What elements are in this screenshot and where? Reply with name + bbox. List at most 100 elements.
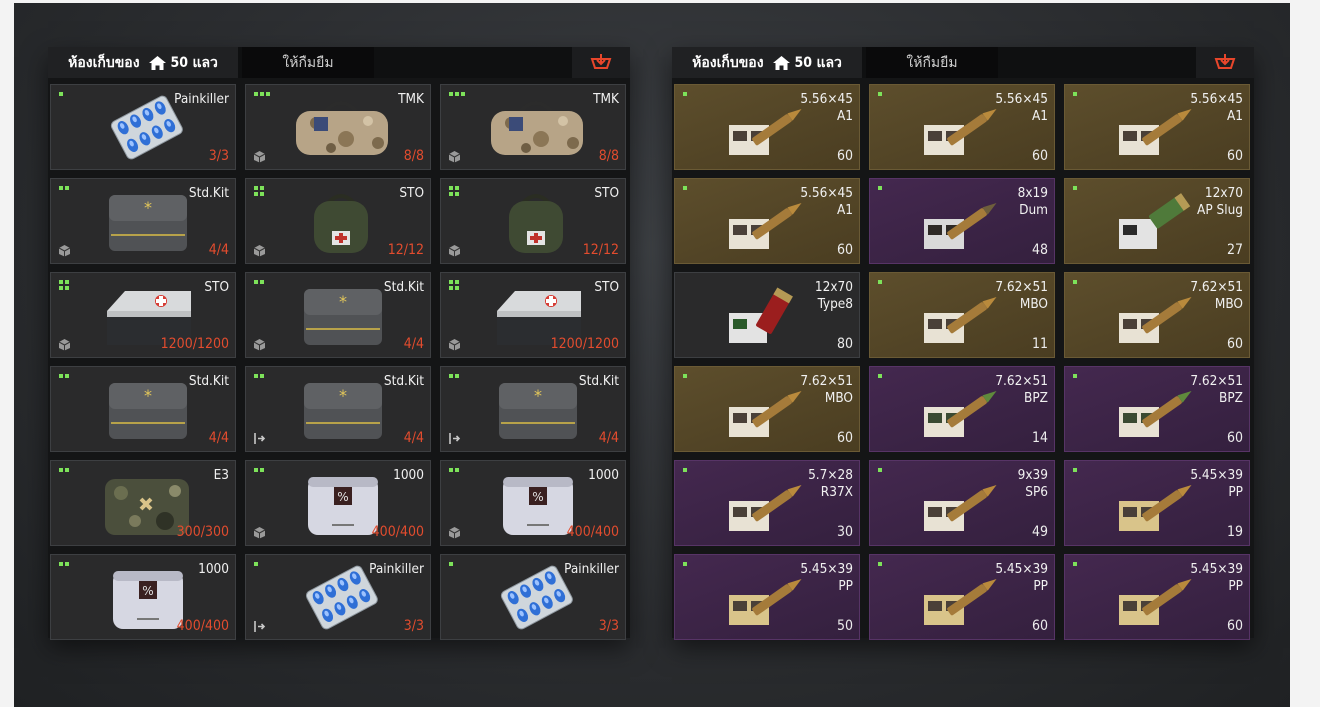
rarity-indicator [254, 562, 258, 566]
svg-text:*: * [534, 386, 542, 405]
rarity-indicator [449, 92, 465, 96]
item-count: 4/4 [598, 430, 619, 446]
item-name: 5.7×28 R37X [808, 467, 853, 500]
item-slot[interactable]: 12x70 AP Slug 27 [1064, 178, 1250, 264]
item-slot[interactable]: STO 12/12 [245, 178, 431, 264]
item-slot[interactable]: STO 1200/1200 [50, 272, 236, 358]
item-slot[interactable]: TMK 8/8 [440, 84, 626, 170]
item-name: 5.45×39 PP [1190, 467, 1243, 500]
item-slot[interactable]: Painkiller 3/3 [245, 554, 431, 640]
ammo-box-dark-icon [910, 189, 1010, 255]
item-slot[interactable]: * Std.Kit 4/4 [440, 366, 626, 452]
storage-tab[interactable]: ห้องเก็บของ 50 แลว [672, 47, 862, 78]
item-count: 8/8 [403, 148, 424, 164]
storage-tab-label: ห้องเก็บของ [692, 54, 764, 71]
item-slot[interactable]: 5.45×39 PP 19 [1064, 460, 1250, 546]
sort-button[interactable] [1196, 47, 1254, 78]
item-grid: Painkiller 3/3 TMK 8/8 TMK 8/8 * Std.Kit 4/4 STO 1… [50, 84, 626, 640]
rarity-indicator [449, 186, 459, 196]
item-slot[interactable]: 7.62×51 BPZ 14 [869, 366, 1055, 452]
item-slot[interactable]: 5.7×28 R37X 30 [674, 460, 860, 546]
item-count: 4/4 [403, 430, 424, 446]
item-slot[interactable]: * Std.Kit 4/4 [245, 272, 431, 358]
item-slot[interactable]: 5.45×39 PP 50 [674, 554, 860, 640]
item-slot[interactable]: * Std.Kit 4/4 [245, 366, 431, 452]
item-count: 3/3 [403, 618, 424, 634]
house-icon [148, 55, 166, 70]
ammo-box-brass-icon [715, 471, 815, 537]
rarity-indicator [59, 468, 69, 472]
item-slot[interactable]: 12x70 Type8 80 [674, 272, 860, 358]
item-name: Std.Kit [578, 373, 619, 389]
item-slot[interactable]: % 1000 400/400 [245, 460, 431, 546]
item-slot[interactable]: 8x19 Dum 48 [869, 178, 1055, 264]
rarity-indicator [683, 468, 687, 472]
sort-icon [1214, 53, 1236, 69]
item-slot[interactable]: STO 12/12 [440, 178, 626, 264]
borrow-tab[interactable]: ให้กืมยืม [242, 47, 374, 78]
svg-text:%: % [532, 490, 543, 504]
item-slot[interactable]: % 1000 400/400 [440, 460, 626, 546]
item-slot[interactable]: E3 300/300 [50, 460, 236, 546]
cube-icon [448, 526, 461, 539]
item-count: 60 [1031, 618, 1048, 634]
item-slot[interactable]: Painkiller 3/3 [50, 84, 236, 170]
item-slot[interactable]: 9x39 SP6 49 [869, 460, 1055, 546]
item-slot[interactable]: 5.45×39 PP 60 [1064, 554, 1250, 640]
item-name: 1000 [393, 467, 424, 483]
item-slot[interactable]: Painkiller 3/3 [440, 554, 626, 640]
item-name: 5.45×39 PP [1190, 561, 1243, 594]
rarity-indicator [1073, 374, 1077, 378]
item-slot[interactable]: 5.56×45 A1 60 [869, 84, 1055, 170]
item-slot[interactable]: 7.62×51 BPZ 60 [1064, 366, 1250, 452]
sort-icon [590, 53, 612, 69]
storage-tab-label: ห้องเก็บของ [68, 54, 140, 71]
item-slot[interactable]: STO 1200/1200 [440, 272, 626, 358]
item-slot[interactable]: TMK 8/8 [245, 84, 431, 170]
panel-header: ห้องเก็บของ 50 แลว ให้กืมยืม [48, 47, 630, 78]
svg-text:*: * [144, 386, 152, 405]
item-name: TMK [398, 91, 424, 107]
item-count: 19 [1226, 524, 1243, 540]
item-name: 7.62×51 MBO [995, 279, 1048, 312]
item-count: 60 [1226, 336, 1243, 352]
sort-button[interactable] [572, 47, 630, 78]
item-name: 7.62×51 MBO [1190, 279, 1243, 312]
item-count: 50 [836, 618, 853, 634]
cube-icon [58, 244, 71, 257]
item-slot[interactable]: 7.62×51 MBO 11 [869, 272, 1055, 358]
svg-text:%: % [142, 584, 153, 598]
item-slot[interactable]: 5.56×45 A1 60 [674, 178, 860, 264]
item-slot[interactable]: 5.45×39 PP 60 [869, 554, 1055, 640]
item-name: Std.Kit [383, 279, 424, 295]
rarity-indicator [683, 374, 687, 378]
svg-text:*: * [144, 198, 152, 217]
item-slot[interactable]: 7.62×51 MBO 60 [1064, 272, 1250, 358]
left-storage-panel: ห้องเก็บของ 50 แลว ให้กืมยืม Painkiller 3… [48, 47, 630, 640]
item-name: 5.56×45 A1 [1190, 91, 1243, 124]
cube-icon [253, 526, 266, 539]
exit-icon [253, 432, 266, 445]
item-count: 12/12 [582, 242, 619, 258]
borrow-tab-label: ให้กืมยืม [282, 54, 334, 71]
item-slot[interactable]: * Std.Kit 4/4 [50, 178, 236, 264]
item-name: 5.45×39 PP [995, 561, 1048, 594]
rarity-indicator [878, 562, 882, 566]
rarity-indicator [1073, 468, 1077, 472]
item-slot[interactable]: * Std.Kit 4/4 [50, 366, 236, 452]
item-slot[interactable]: 7.62×51 MBO 60 [674, 366, 860, 452]
item-name: 7.62×51 BPZ [1190, 373, 1243, 406]
item-slot[interactable]: % 1000 400/400 [50, 554, 236, 640]
rarity-indicator [1073, 186, 1077, 190]
item-name: 5.56×45 A1 [800, 91, 853, 124]
rarity-indicator [1073, 280, 1077, 284]
borrow-tab[interactable]: ให้กืมยืม [866, 47, 998, 78]
item-name: 7.62×51 MBO [800, 373, 853, 406]
item-name: 5.56×45 A1 [995, 91, 1048, 124]
grey-medkit-pouch-icon: * [91, 375, 201, 445]
item-slot[interactable]: 5.56×45 A1 60 [674, 84, 860, 170]
item-count: 48 [1031, 242, 1048, 258]
storage-tab[interactable]: ห้องเก็บของ 50 แลว [48, 47, 238, 78]
storage-count: 50 แลว [794, 54, 842, 71]
item-slot[interactable]: 5.56×45 A1 60 [1064, 84, 1250, 170]
